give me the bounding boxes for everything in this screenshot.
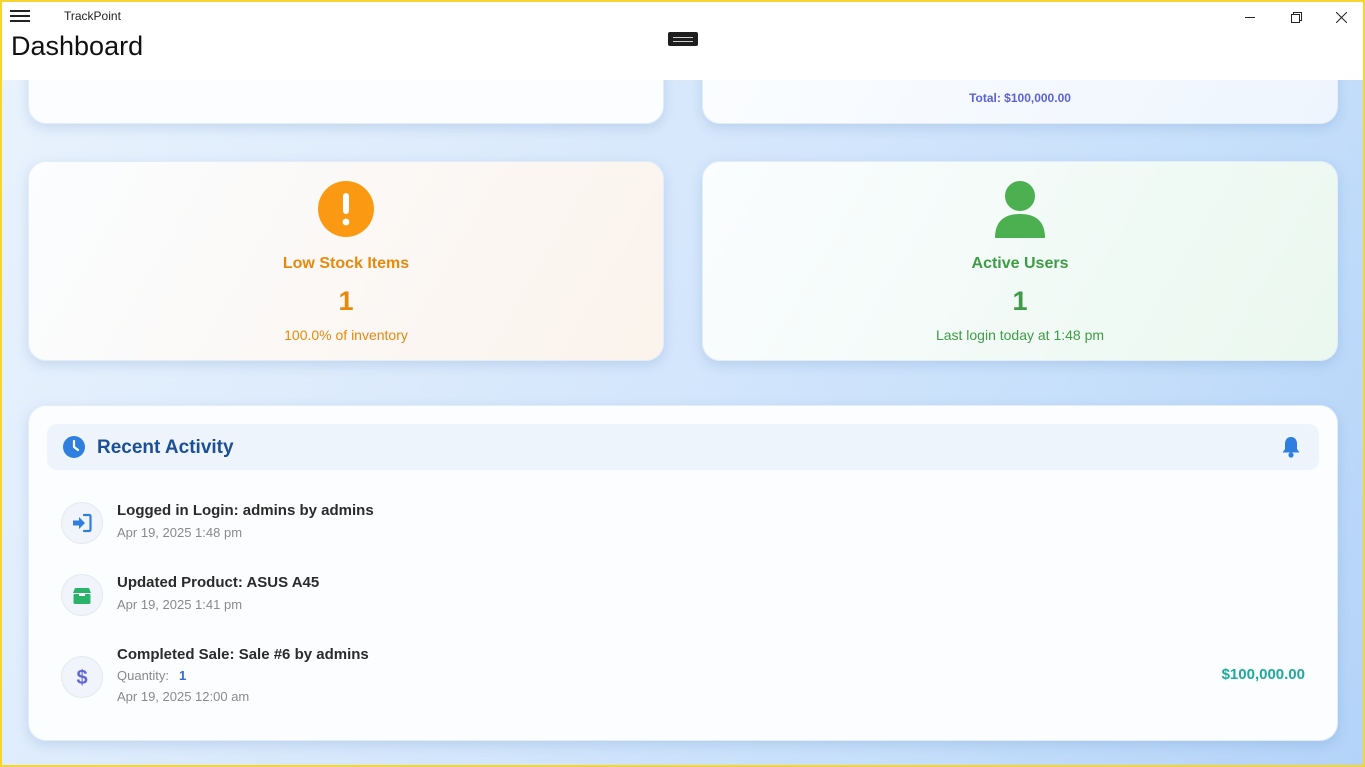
box-icon — [73, 588, 91, 604]
exclamation-circle-icon — [318, 181, 374, 237]
bell-icon[interactable] — [1281, 436, 1301, 458]
app-title: TrackPoint — [64, 9, 121, 23]
svg-text:$: $ — [76, 667, 87, 687]
dollar-icon: $ — [76, 667, 87, 687]
activity-icon-badge — [61, 502, 103, 544]
quantity-label: Quantity: — [117, 668, 170, 683]
low-stock-card[interactable]: Low Stock Items 1 100.0% of inventory — [28, 161, 664, 361]
active-users-card[interactable]: Active Users 1 Last login today at 1:48 … — [702, 161, 1338, 361]
active-users-value: 1 — [1012, 286, 1028, 316]
activity-date: Apr 19, 2025 12:00 am — [117, 689, 250, 704]
clock-icon — [63, 436, 85, 458]
activity-icon-badge: $ — [61, 656, 103, 698]
close-button[interactable] — [1319, 4, 1363, 32]
hamburger-menu-icon[interactable] — [10, 10, 30, 24]
login-icon — [73, 513, 92, 533]
recent-activity-title: Recent Activity — [97, 437, 234, 458]
active-users-subtitle: Last login today at 1:48 pm — [935, 327, 1105, 343]
activity-date: Apr 19, 2025 1:41 pm — [117, 597, 243, 612]
close-icon — [1336, 12, 1347, 23]
drag-handle[interactable] — [668, 32, 698, 46]
page-title: Dashboard — [11, 31, 144, 61]
low-stock-title: Low Stock Items — [282, 255, 410, 272]
restore-icon — [1291, 12, 1302, 23]
activity-date: Apr 19, 2025 1:48 pm — [117, 525, 243, 540]
low-stock-value: 1 — [338, 286, 354, 316]
app-window: TrackPoint Dashboard Total: $100,000.00 … — [2, 2, 1363, 765]
minimize-icon — [1245, 17, 1255, 18]
activity-text: Updated Product: ASUS A45 — [117, 574, 320, 591]
minimize-button[interactable] — [1228, 4, 1272, 32]
activity-text: Logged in Login: admins by admins — [117, 502, 374, 519]
user-icon — [995, 181, 1045, 238]
recent-activity-card: Recent Activity Logged in Login: admins … — [28, 405, 1338, 741]
activity-icon-badge — [61, 574, 103, 616]
active-users-title: Active Users — [971, 255, 1069, 272]
restore-button[interactable] — [1274, 4, 1318, 32]
title-bar: TrackPoint Dashboard — [2, 2, 1363, 80]
total-value: Total: $100,000.00 — [969, 91, 1071, 105]
recent-activity-header: Recent Activity — [47, 424, 1319, 470]
sale-amount: $100,000.00 — [1221, 666, 1305, 683]
activity-text: Completed Sale: Sale #6 by admins — [117, 646, 369, 663]
quantity-value: 1 — [179, 668, 187, 683]
low-stock-subtitle: 100.0% of inventory — [284, 327, 408, 343]
